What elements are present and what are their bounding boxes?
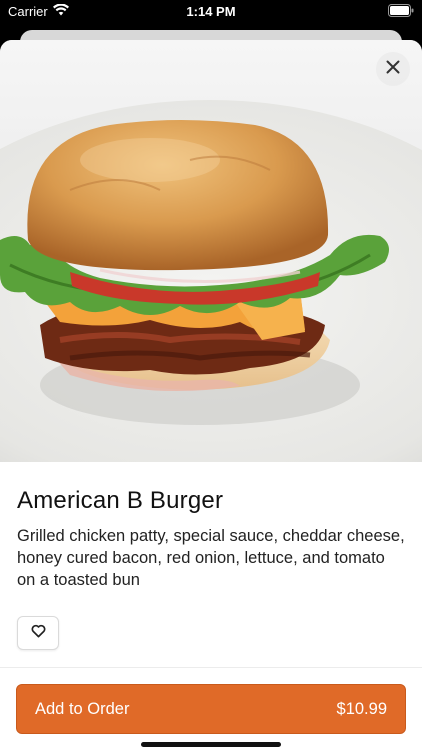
battery-icon	[388, 4, 414, 20]
close-button[interactable]	[376, 52, 410, 86]
favorite-button[interactable]	[17, 616, 59, 650]
add-to-order-label: Add to Order	[35, 699, 130, 718]
product-sheet: American B Burger Grilled chicken patty,…	[0, 40, 422, 750]
burger-photo	[0, 40, 422, 462]
product-title: American B Burger	[17, 487, 224, 514]
home-indicator	[141, 742, 281, 747]
divider	[0, 667, 422, 668]
status-time: 1:14 PM	[186, 4, 236, 19]
add-to-order-button[interactable]: Add to Order $10.99	[16, 684, 406, 734]
screen: Carrier 1:14 PM American B Burger Grille…	[0, 0, 422, 750]
close-icon	[386, 60, 400, 79]
heart-icon	[31, 624, 46, 643]
product-description: Grilled chicken patty, special sauce, ch…	[17, 527, 405, 589]
status-bar: Carrier 1:14 PM	[0, 0, 422, 22]
price-label: $10.99	[336, 699, 387, 718]
